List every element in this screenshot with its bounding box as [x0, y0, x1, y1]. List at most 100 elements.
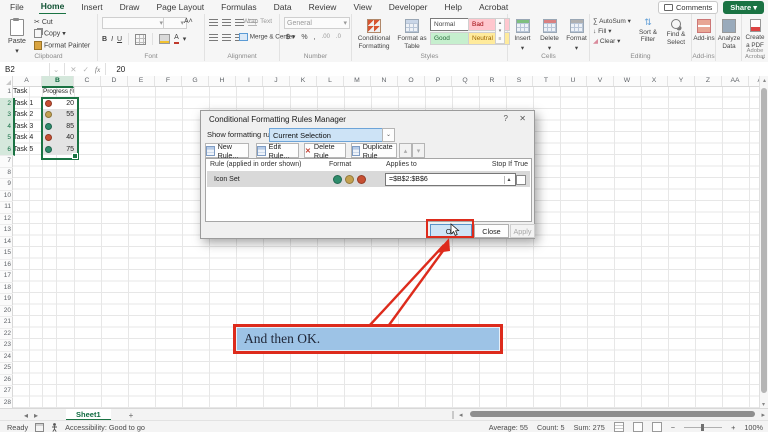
stop-if-true-checkbox[interactable]: [516, 175, 526, 185]
italic-button[interactable]: I: [111, 36, 113, 43]
conditional-formatting-button[interactable]: Conditional Formatting: [354, 16, 394, 50]
cell-A5[interactable]: Task 4: [13, 132, 42, 144]
currency-button[interactable]: $ ▾: [286, 33, 295, 41]
vertical-scrollbar[interactable]: ▴ ▾: [759, 76, 768, 408]
font-color-button[interactable]: A: [174, 34, 179, 44]
increase-decimal-button[interactable]: .00: [322, 34, 330, 40]
paste-button[interactable]: Paste▾: [4, 16, 30, 55]
sort-filter-button[interactable]: ⇅ Sort & Filter: [634, 16, 662, 44]
close-button[interactable]: Close: [474, 224, 509, 238]
column-header-Y[interactable]: Y: [668, 76, 695, 86]
name-box[interactable]: B2: [0, 63, 50, 76]
column-header-F[interactable]: F: [155, 76, 182, 86]
tab-review[interactable]: Review: [307, 1, 339, 14]
column-header-G[interactable]: G: [182, 76, 209, 86]
range-picker-icon[interactable]: ▴: [504, 176, 513, 184]
tab-view[interactable]: View: [351, 1, 373, 14]
page-layout-view-icon[interactable]: [633, 422, 643, 432]
tab-page-layout[interactable]: Page Layout: [154, 1, 206, 14]
sheet-nav-left-icon[interactable]: ◂: [24, 411, 28, 420]
decrease-decimal-button[interactable]: .0: [336, 34, 341, 40]
font-name-combo[interactable]: ▾: [102, 17, 166, 29]
tab-data[interactable]: Data: [272, 1, 294, 14]
show-rules-combo[interactable]: Current Selection: [269, 128, 384, 142]
fill-handle[interactable]: [72, 153, 78, 159]
column-header-U[interactable]: U: [560, 76, 587, 86]
column-header-W[interactable]: W: [614, 76, 641, 86]
tab-draw[interactable]: Draw: [118, 1, 142, 14]
hscroll-left-icon[interactable]: ◂: [459, 411, 463, 419]
zoom-slider-knob[interactable]: [701, 424, 704, 431]
column-header-A[interactable]: A: [12, 76, 42, 86]
tab-insert[interactable]: Insert: [79, 1, 104, 14]
find-select-button[interactable]: Find & Select: [662, 16, 690, 46]
style-swatch-good[interactable]: Good: [430, 32, 472, 45]
accessibility-status[interactable]: Accessibility: Good to go: [65, 423, 145, 432]
column-header-H[interactable]: H: [209, 76, 236, 86]
insert-function-icon[interactable]: fx: [92, 65, 103, 74]
row-headers[interactable]: 1234567891011121314151617181920212223242…: [0, 86, 13, 408]
column-header-K[interactable]: K: [290, 76, 317, 86]
share-button[interactable]: Share ▾: [723, 1, 764, 14]
column-header-AA[interactable]: AA: [722, 76, 749, 86]
tab-acrobat[interactable]: Acrobat: [477, 1, 510, 14]
apply-button[interactable]: Apply: [510, 224, 535, 238]
format-as-table-button[interactable]: Format as Table: [396, 16, 428, 50]
duplicate-rule-button[interactable]: Duplicate Rule: [351, 143, 397, 158]
tab-help[interactable]: Help: [442, 1, 463, 14]
column-header-M[interactable]: M: [344, 76, 371, 86]
column-header-C[interactable]: C: [74, 76, 101, 86]
cell-A1[interactable]: Task: [13, 86, 42, 98]
dialog-close-icon[interactable]: ✕: [519, 114, 526, 123]
column-header-R[interactable]: R: [479, 76, 506, 86]
zoom-in-icon[interactable]: +: [731, 423, 735, 432]
edit-rule-button[interactable]: Edit Rule...: [256, 143, 299, 158]
column-header-J[interactable]: J: [263, 76, 290, 86]
zoom-slider[interactable]: [684, 427, 722, 428]
align-middle-button[interactable]: [222, 19, 231, 26]
column-header-X[interactable]: X: [641, 76, 668, 86]
move-rule-down-button[interactable]: ▾: [412, 143, 425, 158]
percent-button[interactable]: %: [301, 34, 307, 41]
cell-A4[interactable]: Task 3: [13, 121, 42, 133]
name-box-dropdown-icon[interactable]: ⌄: [50, 65, 62, 74]
tab-developer[interactable]: Developer: [387, 1, 430, 14]
number-format-combo[interactable]: General▾: [284, 17, 350, 29]
clear-button[interactable]: ◢ Clear ▾: [593, 37, 631, 45]
move-rule-up-button[interactable]: ▴: [399, 143, 412, 158]
vertical-scroll-thumb[interactable]: [761, 88, 767, 393]
rule-row-icon-set[interactable]: Icon Set =$B$2:$B$6▴: [207, 171, 530, 187]
horizontal-scroll-thumb[interactable]: [470, 411, 755, 417]
macro-record-icon[interactable]: [35, 423, 44, 432]
show-rules-combo-arrow-icon[interactable]: ⌄: [382, 128, 395, 142]
collapse-ribbon-icon[interactable]: ⌄: [760, 53, 766, 61]
analyze-data-button[interactable]: Analyze Data: [717, 16, 741, 50]
copy-button[interactable]: Copy ▾: [34, 29, 90, 38]
delete-rule-button[interactable]: ✕Delete Rule: [304, 143, 346, 158]
cancel-icon[interactable]: ✕: [67, 65, 79, 74]
tab-file[interactable]: File: [8, 1, 26, 14]
cell-A2[interactable]: Task 1: [13, 98, 42, 110]
column-header-D[interactable]: D: [101, 76, 128, 86]
column-header-S[interactable]: S: [506, 76, 533, 86]
column-header-E[interactable]: E: [128, 76, 155, 86]
zoom-out-icon[interactable]: −: [671, 423, 675, 432]
fill-color-button[interactable]: [159, 34, 170, 44]
column-header-P[interactable]: P: [425, 76, 452, 86]
insert-cells-button[interactable]: Insert▾: [510, 16, 535, 52]
applies-to-input[interactable]: =$B$2:$B$6▴: [385, 173, 516, 186]
cell-A3[interactable]: Task 2: [13, 109, 42, 121]
tab-home[interactable]: Home: [39, 0, 67, 15]
sheet-nav-right-icon[interactable]: ▸: [34, 411, 38, 420]
style-swatch-normal[interactable]: Normal: [430, 18, 472, 31]
annotation-callout[interactable]: And then OK.: [233, 324, 503, 354]
zoom-level[interactable]: 100%: [744, 423, 763, 432]
column-header-AB[interactable]: AB: [749, 76, 759, 86]
formula-input[interactable]: 20: [108, 65, 125, 74]
enter-icon[interactable]: ✓: [80, 65, 92, 74]
ok-button[interactable]: OK: [430, 224, 472, 238]
cut-button[interactable]: ✂ Cut: [34, 18, 90, 26]
column-header-V[interactable]: V: [587, 76, 614, 86]
styles-gallery-scroll[interactable]: ▴▾≡: [495, 18, 505, 44]
hscroll-right-icon[interactable]: ▸: [761, 411, 765, 419]
